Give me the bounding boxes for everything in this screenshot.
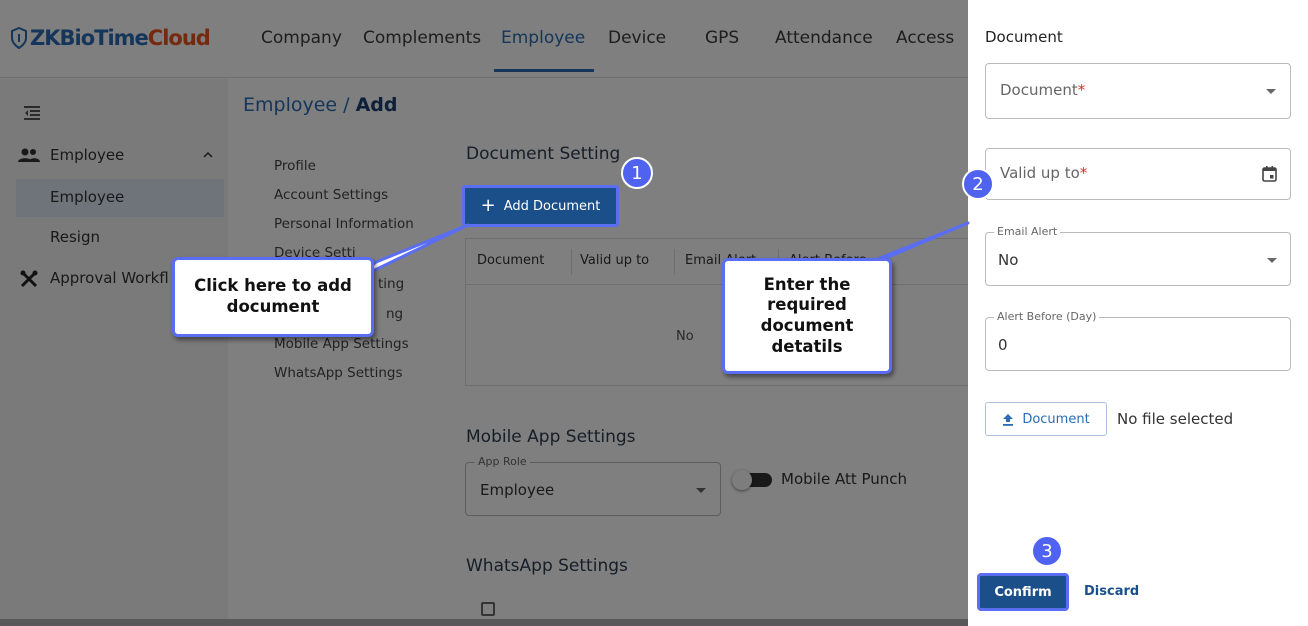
calendar-icon[interactable] <box>1262 166 1277 182</box>
app-root: ZKBioTimeCloud Company Complements Emplo… <box>0 0 1308 626</box>
email-alert-select[interactable] <box>985 232 1291 286</box>
document-placeholder: Document* <box>1000 81 1085 99</box>
email-alert-value: No <box>998 251 1019 269</box>
plus-icon: + <box>480 195 496 216</box>
valid-up-to-placeholder: Valid up to* <box>1000 164 1087 182</box>
callout-line: Enter the <box>763 274 851 294</box>
callout-line: Click here to add <box>194 276 352 296</box>
add-document-button-highlighted[interactable]: + Add Document <box>462 185 619 227</box>
required-mark: * <box>1077 81 1086 99</box>
upload-document-label: Document <box>1022 411 1090 427</box>
chevron-down-icon <box>1266 89 1276 94</box>
step-badge-3: 3 <box>1031 535 1063 567</box>
upload-document-button[interactable]: Document <box>985 402 1107 436</box>
step-badge-2: 2 <box>962 168 994 200</box>
alert-before-label: Alert Before (Day) <box>994 310 1100 323</box>
callout-enter-details: Enter the required document detatils <box>722 258 892 374</box>
discard-button[interactable]: Discard <box>1084 584 1139 599</box>
callout-add-document: Click here to add document <box>172 257 374 337</box>
chevron-down-icon <box>1267 258 1277 263</box>
callout-enter-details-text: Enter the required document detatils <box>761 275 854 358</box>
step-badge-1: 1 <box>621 157 653 189</box>
callout-line: detatils <box>771 336 843 356</box>
valid-up-to-placeholder-text: Valid up to <box>1000 164 1080 182</box>
alert-before-input[interactable] <box>985 317 1291 371</box>
drawer-title: Document <box>985 28 1063 46</box>
callout-line: document <box>760 316 854 335</box>
upload-icon <box>1003 413 1014 426</box>
backdrop-bottom-edge <box>0 619 968 626</box>
add-document-label: Add Document <box>503 198 601 214</box>
callout-add-document-text: Click here to add document <box>194 276 352 317</box>
no-file-selected-text: No file selected <box>1117 410 1234 428</box>
callout-line: document <box>226 297 320 316</box>
confirm-button[interactable]: Confirm <box>977 573 1069 611</box>
required-mark: * <box>1079 164 1088 182</box>
callout-line: required <box>767 295 847 315</box>
document-placeholder-text: Document <box>1000 81 1078 99</box>
email-alert-label: Email Alert <box>994 225 1061 238</box>
alert-before-value: 0 <box>998 336 1008 354</box>
